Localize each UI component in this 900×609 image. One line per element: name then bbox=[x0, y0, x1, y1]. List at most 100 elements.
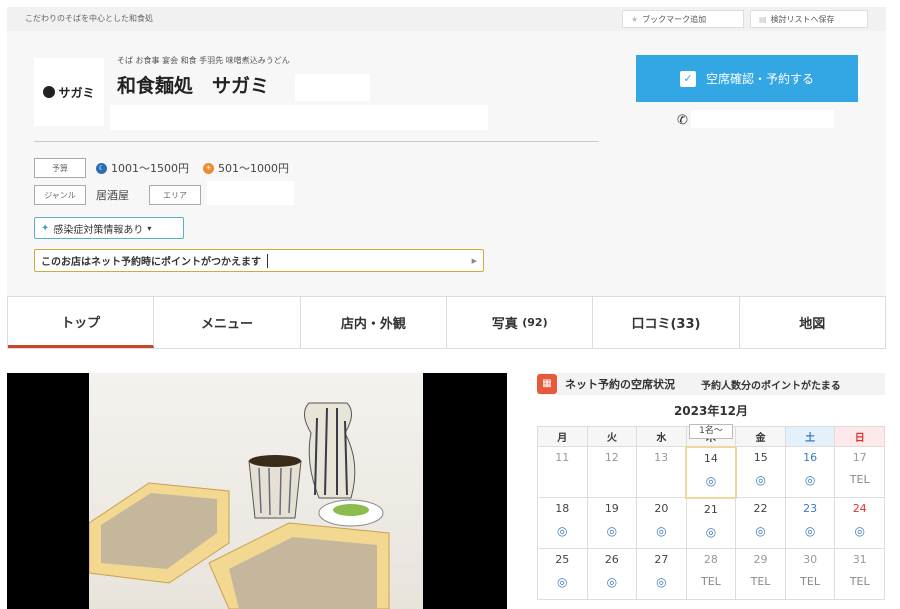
tab-label: メニュー bbox=[200, 317, 253, 332]
day-number: 25 bbox=[555, 553, 570, 566]
shop-name: 和食麺処 サガミ bbox=[117, 75, 270, 97]
day-number: 20 bbox=[654, 502, 669, 515]
weekday-header: 火 bbox=[586, 426, 638, 447]
day-status: ◎ bbox=[854, 524, 865, 538]
calendar-day[interactable]: 14 ◎ bbox=[685, 445, 737, 499]
tab-menu[interactable]: メニュー bbox=[154, 297, 301, 348]
weekday-header: 土 bbox=[784, 426, 836, 447]
soba-illustration bbox=[88, 402, 390, 609]
calendar-day[interactable]: 20 ◎ bbox=[636, 497, 687, 549]
calendar-day[interactable]: 25 ◎ bbox=[537, 548, 588, 600]
day-number: 26 bbox=[604, 553, 619, 566]
tab-top[interactable]: トップ bbox=[8, 297, 155, 348]
calendar-day[interactable]: 24 ◎ bbox=[834, 497, 885, 549]
day-status: ◎ bbox=[656, 575, 667, 589]
day-number: 11 bbox=[555, 451, 570, 464]
list-icon: ▤ bbox=[759, 14, 767, 24]
day-status: ◎ bbox=[557, 524, 568, 538]
shop-categories: そば お食事 宴会 和食 手羽先 味噌煮込みうどん bbox=[117, 56, 290, 65]
calendar-day[interactable]: 12 bbox=[586, 446, 638, 498]
day-number: 16 bbox=[803, 451, 818, 464]
sparkle-icon: ✦ bbox=[41, 222, 50, 234]
tab-label: 写真 bbox=[491, 317, 518, 332]
tab-interior[interactable]: 店内・外観 bbox=[301, 297, 447, 348]
reserve-button[interactable]: ✓ 空席確認・予約する bbox=[636, 55, 858, 102]
day-number: 27 bbox=[654, 553, 669, 566]
tab-photos[interactable]: 写真 (92) bbox=[447, 297, 594, 348]
calendar-day[interactable]: 18 ◎ bbox=[537, 497, 588, 549]
phone-icon: ✆ bbox=[677, 113, 688, 128]
shop-tabs: トップ メニュー 店内・外観 写真 (92) 口コミ(33) 地図 bbox=[7, 296, 886, 349]
day-number: 18 bbox=[555, 502, 570, 515]
photo-image bbox=[88, 373, 423, 609]
calendar-day[interactable]: 21 ◎ bbox=[685, 497, 737, 549]
bookmark-button[interactable]: ★ ブックマーク追加 bbox=[622, 10, 744, 28]
calendar-day[interactable]: 26 ◎ bbox=[586, 548, 638, 600]
tab-reviews[interactable]: 口コミ(33) bbox=[593, 297, 740, 348]
day-status: TEL bbox=[701, 575, 721, 588]
calendar-day[interactable]: 13 bbox=[636, 446, 687, 498]
day-status: TEL bbox=[800, 575, 820, 588]
shop-header: サガミ そば お食事 宴会 和食 手羽先 味噌煮込みうどん 和食麺処 サガミ ✓… bbox=[7, 31, 886, 296]
food-photo[interactable] bbox=[7, 373, 507, 609]
day-status: ◎ bbox=[606, 524, 618, 538]
weekday-header: 水 bbox=[636, 426, 687, 447]
sun-icon: ☀ bbox=[203, 162, 214, 174]
point-banner[interactable]: このお店はネット予約時にポイントがつかえます ▶ bbox=[34, 249, 484, 272]
availability-header: ▦ ネット予約の空席状況 予約人数分のポイントがたまる bbox=[537, 373, 885, 395]
divider bbox=[34, 141, 599, 142]
day-number: 21 bbox=[703, 502, 718, 516]
day-status: ◎ bbox=[755, 524, 766, 538]
day-number: 22 bbox=[753, 502, 768, 515]
star-icon: ★ bbox=[631, 14, 639, 24]
calendar-day[interactable]: 15 ◎ bbox=[735, 446, 786, 498]
party-size-tooltip: 1名〜 bbox=[689, 424, 733, 439]
day-status: ◎ bbox=[804, 524, 816, 538]
day-number: 14 bbox=[703, 451, 718, 465]
day-number: 12 bbox=[604, 451, 619, 464]
day-status: TEL bbox=[750, 575, 771, 588]
calendar-day[interactable]: 30 TEL bbox=[784, 548, 836, 600]
redacted-box bbox=[110, 105, 488, 130]
calendar-day[interactable]: 28 TEL bbox=[685, 548, 737, 600]
budget-label: 予算 bbox=[34, 158, 86, 178]
calendar-day[interactable]: 23 ◎ bbox=[784, 497, 836, 549]
tab-count: (92) bbox=[522, 316, 548, 329]
chevron-down-icon: ▾ bbox=[147, 223, 152, 233]
tab-map[interactable]: 地図 bbox=[740, 297, 885, 348]
availability-title: ネット予約の空席状況 bbox=[565, 378, 675, 391]
area-label: エリア bbox=[149, 185, 201, 205]
reserve-label: 空席確認・予約する bbox=[705, 72, 814, 86]
availability-note: 予約人数分のポイントがたまる bbox=[701, 380, 841, 392]
calendar-day[interactable]: 22 ◎ bbox=[735, 497, 786, 549]
calendar-day[interactable]: 27 ◎ bbox=[636, 548, 687, 600]
day-status: ◎ bbox=[705, 524, 717, 539]
day-status: TEL bbox=[849, 575, 870, 588]
calendar-day[interactable]: 16 ◎ bbox=[784, 446, 836, 498]
calendar-day[interactable]: 29 TEL bbox=[735, 548, 786, 600]
calendar-body: 11 12 13 14 ◎ 15 ◎ 16 ◎ 17 TEL 18 ◎ 19 ◎ 20 ◎ 21 ◎ 22 ◎ 23 ◎ 24… bbox=[537, 445, 885, 600]
calendar-day[interactable]: 19 ◎ bbox=[586, 497, 638, 549]
calendar-day[interactable]: 31 TEL bbox=[834, 548, 885, 600]
availability-calendar: 月火水木金土日 11121314◎15◎16◎17TEL18◎19◎20◎21◎… bbox=[537, 426, 885, 600]
calendar-week-row: 18 ◎ 19 ◎ 20 ◎ 21 ◎ 22 ◎ 23 ◎ 24 ◎ bbox=[537, 497, 885, 549]
day-number: 13 bbox=[654, 451, 669, 464]
infection-info-toggle[interactable]: ✦ 感染症対策情報あり ▾ bbox=[34, 217, 184, 239]
calendar-week-row: 11 12 13 14 ◎ 15 ◎ 16 ◎ 17 TEL bbox=[537, 445, 885, 499]
weekday-header: 月 bbox=[537, 426, 588, 447]
day-number: 19 bbox=[604, 502, 619, 515]
calendar-week-row: 25 ◎ 26 ◎ 27 ◎ 28 TEL 29 TEL 30 TEL 31 TEL bbox=[537, 548, 885, 600]
tab-label: 口コミ(33) bbox=[631, 317, 701, 332]
weekday-header: 金 bbox=[735, 426, 786, 447]
genre-value[interactable]: 居酒屋 bbox=[96, 185, 129, 205]
day-number: 15 bbox=[753, 451, 768, 464]
weekday-header: 日 bbox=[834, 426, 885, 447]
day-status: ◎ bbox=[705, 473, 717, 488]
day-status: ◎ bbox=[656, 524, 667, 538]
cursor-bar bbox=[267, 253, 268, 268]
day-number: 23 bbox=[803, 502, 818, 515]
calendar-day[interactable]: 17 TEL bbox=[834, 446, 885, 498]
save-list-button[interactable]: ▤ 検討リストへ保存 bbox=[750, 10, 868, 28]
calendar-day[interactable]: 11 bbox=[537, 446, 588, 498]
tab-label: 地図 bbox=[799, 317, 826, 332]
